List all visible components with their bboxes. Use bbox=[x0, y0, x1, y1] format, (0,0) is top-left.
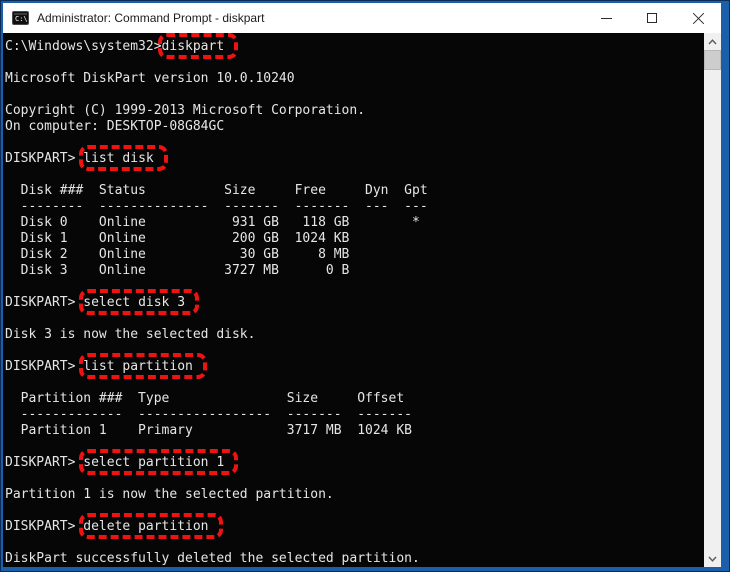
highlighted-command: list disk bbox=[79, 145, 169, 171]
cmd-icon: C:\ bbox=[12, 11, 29, 25]
maximize-icon bbox=[647, 13, 657, 23]
terminal-text: Disk 2 Online 30 GB 8 MB bbox=[5, 247, 350, 262]
terminal-output[interactable]: C:\Windows\system32>diskpart Microsoft Di… bbox=[3, 33, 721, 567]
minimize-icon bbox=[600, 17, 612, 19]
terminal-text: DISKPART> bbox=[5, 519, 84, 534]
terminal-text: Partition ### Type Size Offset bbox=[5, 391, 405, 406]
window-frame: C:\ Administrator: Command Prompt - disk… bbox=[0, 0, 730, 572]
terminal-line: Disk 0 Online 931 GB 118 GB * bbox=[5, 215, 704, 231]
terminal-line: ------------- ----------------- ------- … bbox=[5, 407, 704, 423]
terminal-text: Disk 0 Online 931 GB 118 GB * bbox=[5, 215, 420, 230]
chevron-up-icon bbox=[708, 38, 717, 44]
terminal-line: DISKPART> select disk 3 bbox=[5, 289, 704, 315]
terminal-text: DISKPART> bbox=[5, 295, 84, 310]
terminal-text: C:\Windows\system32> bbox=[5, 39, 162, 54]
highlighted-command: delete partition bbox=[79, 513, 223, 539]
terminal-line: Disk 2 Online 30 GB 8 MB bbox=[5, 247, 704, 263]
terminal-line: C:\Windows\system32>diskpart bbox=[5, 33, 704, 59]
terminal-line: On computer: DESKTOP-08G84GC bbox=[5, 119, 704, 135]
terminal-line: Copyright (C) 1999-2013 Microsoft Corpor… bbox=[5, 103, 704, 119]
terminal-line: Microsoft DiskPart version 10.0.10240 bbox=[5, 71, 704, 87]
terminal-text: Disk ### Status Size Free Dyn Gpt bbox=[5, 183, 428, 198]
highlighted-command: select disk 3 bbox=[79, 289, 199, 315]
maximize-button[interactable] bbox=[629, 3, 675, 33]
close-icon bbox=[692, 12, 705, 25]
close-button[interactable] bbox=[675, 3, 721, 33]
terminal-line: Disk 3 is now the selected disk. bbox=[5, 327, 704, 343]
terminal-lines: C:\Windows\system32>diskpart Microsoft Di… bbox=[5, 33, 704, 567]
scroll-up-button[interactable] bbox=[704, 33, 721, 50]
highlighted-command: select partition 1 bbox=[79, 449, 239, 475]
highlighted-command: list partition bbox=[79, 353, 207, 379]
terminal-text: Partition 1 Primary 3717 MB 1024 KB bbox=[5, 423, 412, 438]
terminal-line: DISKPART> select partition 1 bbox=[5, 449, 704, 475]
cmd-icon-label: C:\ bbox=[15, 14, 28, 23]
highlighted-command: diskpart bbox=[157, 33, 238, 59]
chevron-down-icon bbox=[708, 556, 717, 562]
window-title: Administrator: Command Prompt - diskpart bbox=[37, 11, 265, 25]
terminal-line: Disk 3 Online 3727 MB 0 B bbox=[5, 263, 704, 279]
terminal-line: DiskPart successfully deleted the select… bbox=[5, 551, 704, 567]
scrollbar-track[interactable] bbox=[704, 70, 721, 550]
terminal-text: DISKPART> bbox=[5, 151, 84, 166]
terminal-line: DISKPART> list partition bbox=[5, 353, 704, 379]
terminal-text: DISKPART> bbox=[5, 359, 84, 374]
terminal-line: -------- -------------- ------- ------- … bbox=[5, 199, 704, 215]
scrollbar-thumb[interactable] bbox=[704, 50, 721, 70]
terminal-text: DiskPart successfully deleted the select… bbox=[5, 551, 420, 566]
terminal-text: Disk 1 Online 200 GB 1024 KB bbox=[5, 231, 350, 246]
terminal-line: Partition 1 Primary 3717 MB 1024 KB bbox=[5, 423, 704, 439]
scroll-down-button[interactable] bbox=[704, 550, 721, 567]
terminal-text: Microsoft DiskPart version 10.0.10240 bbox=[5, 71, 295, 86]
terminal-text: On computer: DESKTOP-08G84GC bbox=[5, 119, 225, 134]
terminal-line: Partition 1 is now the selected partitio… bbox=[5, 487, 704, 503]
terminal-line: DISKPART> list disk bbox=[5, 145, 704, 171]
terminal-text: ------------- ----------------- ------- … bbox=[5, 407, 412, 422]
terminal-text: -------- -------------- ------- ------- … bbox=[5, 199, 428, 214]
terminal-line: Disk ### Status Size Free Dyn Gpt bbox=[5, 183, 704, 199]
terminal-text: DISKPART> bbox=[5, 455, 84, 470]
command-prompt-window: C:\ Administrator: Command Prompt - disk… bbox=[1, 1, 729, 571]
terminal-line: Partition ### Type Size Offset bbox=[5, 391, 704, 407]
terminal-text: Partition 1 is now the selected partitio… bbox=[5, 487, 334, 502]
minimize-button[interactable] bbox=[583, 3, 629, 33]
terminal-line: Disk 1 Online 200 GB 1024 KB bbox=[5, 231, 704, 247]
cmd-icon-titlebar bbox=[14, 13, 27, 15]
window-controls bbox=[583, 3, 721, 33]
terminal-text: Copyright (C) 1999-2013 Microsoft Corpor… bbox=[5, 103, 366, 118]
title-bar[interactable]: C:\ Administrator: Command Prompt - disk… bbox=[3, 3, 721, 33]
terminal-text: Disk 3 is now the selected disk. bbox=[5, 327, 256, 342]
terminal-line: DISKPART> delete partition bbox=[5, 513, 704, 539]
terminal-text: Disk 3 Online 3727 MB 0 B bbox=[5, 263, 350, 278]
vertical-scrollbar[interactable] bbox=[704, 33, 721, 567]
